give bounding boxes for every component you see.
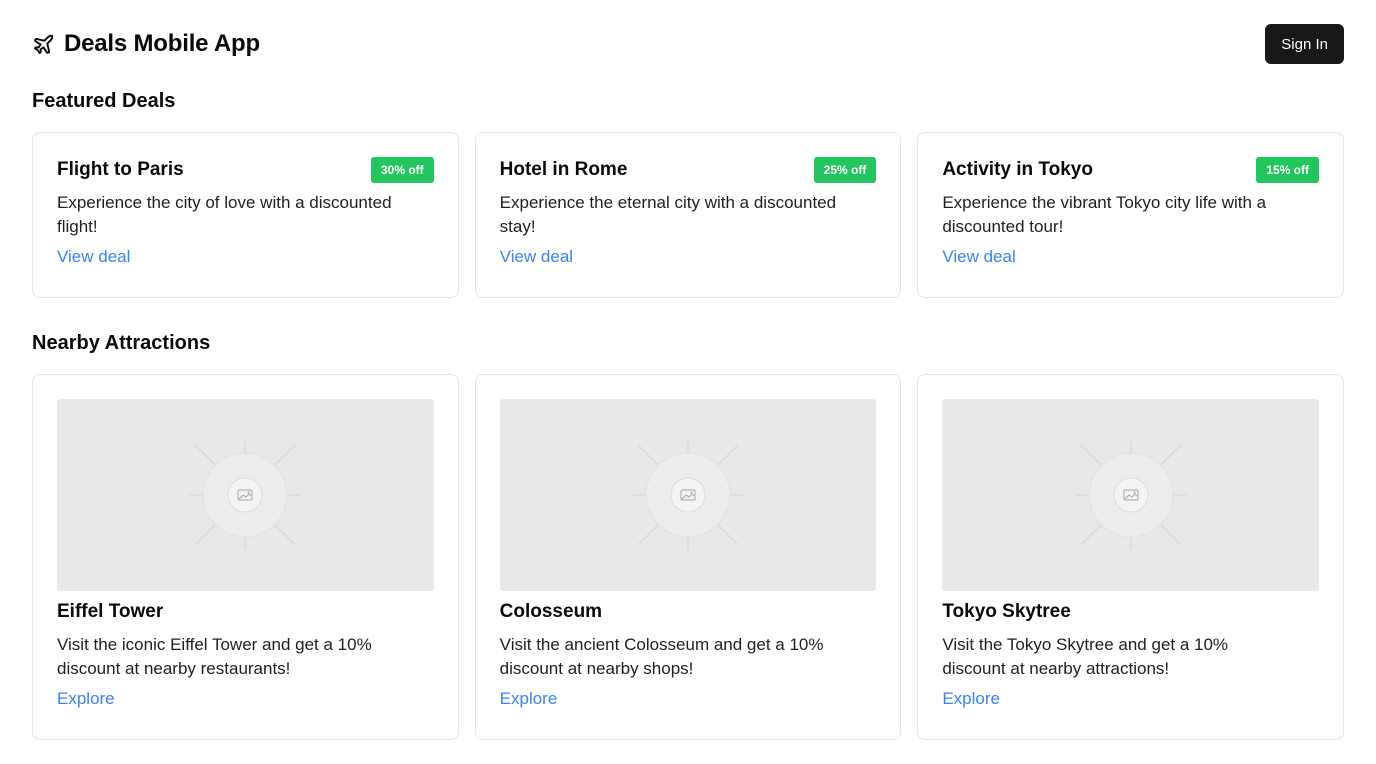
attraction-image [57,399,434,591]
discount-badge: 25% off [813,157,877,183]
discount-badge: 30% off [370,157,434,183]
explore-link[interactable]: Explore [942,689,1000,709]
attraction-description: Visit the iconic Eiffel Tower and get a … [57,635,372,678]
sign-in-button[interactable]: Sign In [1265,24,1344,64]
deal-title: Flight to Paris [57,159,184,180]
attraction-card: Eiffel Tower Visit the iconic Eiffel Tow… [32,374,459,740]
attraction-image [499,399,877,591]
attraction-title: Eiffel Tower [57,601,164,622]
attraction-description: Visit the Tokyo Skytree and get a 10% di… [942,635,1229,678]
explore-link[interactable]: Explore [57,689,115,709]
deal-card: Flight to Paris 30% off Experience the c… [32,132,459,298]
featured-deals-heading: Featured Deals [32,90,176,112]
nearby-attractions-heading: Nearby Attractions [32,332,211,354]
deal-card: Hotel in Rome 25% off Experience the ete… [474,132,902,298]
brand: Deals Mobile App [32,30,260,58]
view-deal-link[interactable]: View deal [500,247,573,267]
image-placeholder-icon [190,440,301,550]
discount-badge: 15% off [1256,157,1319,183]
nearby-attractions-list: Eiffel Tower Visit the iconic Eiffel Tow… [32,374,1344,740]
deal-description: Experience the city of love with a disco… [57,193,392,236]
image-placeholder-icon [1075,440,1186,550]
deal-title: Hotel in Rome [499,159,628,180]
attraction-title: Colosseum [499,601,603,622]
view-deal-link[interactable]: View deal [57,247,130,267]
attraction-title: Tokyo Skytree [942,601,1071,622]
attraction-image [942,399,1319,591]
deal-description: Experience the vibrant Tokyo city life w… [942,193,1267,236]
app-title: Deals Mobile App [64,30,260,57]
deal-description: Experience the eternal city with a disco… [499,193,837,236]
attraction-card: Colosseum Visit the ancient Colosseum an… [474,374,902,740]
attraction-description: Visit the ancient Colosseum and get a 10… [499,635,824,678]
view-deal-link[interactable]: View deal [942,247,1015,267]
deal-title: Activity in Tokyo [942,159,1093,180]
explore-link[interactable]: Explore [500,689,558,709]
deal-card: Activity in Tokyo 15% off Experience the… [917,132,1344,298]
app-header: Deals Mobile App Sign In [32,24,1344,64]
plane-icon [32,33,55,56]
featured-deals-list: Flight to Paris 30% off Experience the c… [32,132,1344,298]
image-placeholder-icon [632,440,743,550]
attraction-card: Tokyo Skytree Visit the Tokyo Skytree an… [917,374,1344,740]
